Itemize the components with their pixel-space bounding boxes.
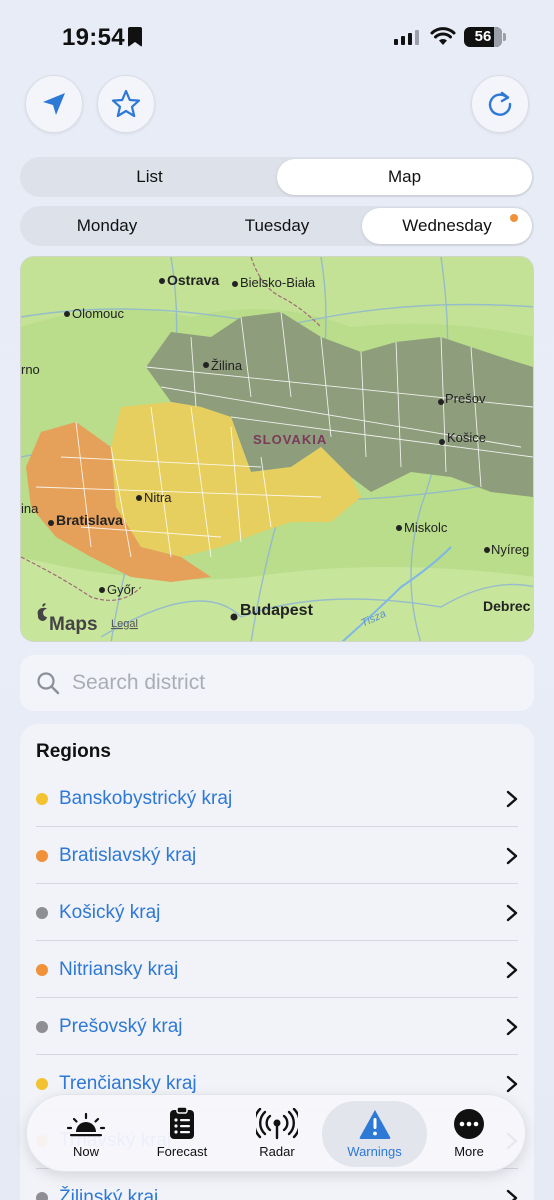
map-label-vienna: ina — [21, 501, 39, 516]
region-row[interactable]: Banskobystrický kraj — [36, 770, 518, 827]
map-label-debrecen: Debrec — [483, 598, 531, 614]
warning-indicator-dot — [510, 214, 518, 222]
favorite-button[interactable] — [97, 75, 155, 133]
view-option-map[interactable]: Map — [277, 159, 532, 195]
tab-radar[interactable]: Radar — [227, 1101, 327, 1167]
tab-more-label: More — [454, 1144, 484, 1159]
maps-attribution: Maps — [49, 614, 98, 635]
map-label-miskolc: Miskolc — [404, 520, 448, 535]
radar-waves-icon — [256, 1108, 298, 1140]
region-name: Žilinský kraj — [59, 1186, 159, 1200]
warning-level-dot — [36, 1191, 48, 1200]
search-icon — [37, 672, 60, 695]
warning-level-dot — [36, 792, 48, 805]
cellular-signal-icon — [394, 30, 419, 45]
regions-title: Regions — [36, 741, 111, 762]
wifi-icon — [430, 27, 456, 52]
tab-warnings-label: Warnings — [347, 1144, 402, 1159]
battery-level: 56 — [474, 28, 492, 45]
more-dots-icon — [454, 1109, 484, 1139]
tab-forecast-label: Forecast — [156, 1144, 208, 1159]
clipboard-list-icon — [170, 1106, 194, 1139]
map-label-bielsko-biala: Bielsko-Biała — [240, 275, 316, 290]
map-label-olomouc: Olomouc — [72, 306, 125, 321]
warning-level-dot — [36, 906, 48, 919]
region-name: Košický kraj — [59, 901, 161, 923]
locate-button[interactable] — [25, 75, 83, 133]
tab-radar-label: Radar — [259, 1144, 295, 1159]
tab-now[interactable]: Now — [36, 1101, 136, 1167]
region-row[interactable]: Bratislavský kraj — [36, 827, 518, 884]
map-label-brno: rno — [21, 362, 40, 377]
chevron-right-icon — [506, 961, 518, 978]
region-row[interactable]: Nitriansky kraj — [36, 941, 518, 998]
map-label-country: SLOVAKIA — [253, 432, 327, 447]
warning-level-dot — [36, 1077, 48, 1090]
region-row[interactable]: Prešovský kraj — [36, 998, 518, 1055]
map-label-ostrava: Ostrava — [167, 272, 219, 288]
refresh-button[interactable] — [471, 75, 529, 133]
view-segmented-control: List Map — [20, 157, 534, 197]
map-legal-link[interactable]: Legal — [111, 618, 138, 630]
map-label-kosice: Košice — [447, 430, 486, 445]
map-label-nyiregyhaza: Nyíreg — [491, 542, 529, 557]
day-option-monday[interactable]: Monday — [22, 208, 192, 244]
refresh-icon — [488, 91, 512, 116]
tab-more[interactable]: More — [419, 1101, 519, 1167]
status-bar: 19:54 56 — [0, 0, 554, 70]
sunrise-icon — [66, 1112, 106, 1137]
chevron-right-icon — [506, 1075, 518, 1092]
map-label-bratislava: Bratislava — [56, 512, 123, 528]
location-arrow-icon — [43, 93, 65, 115]
status-time: 19:54 — [62, 24, 125, 51]
tab-forecast[interactable]: Forecast — [132, 1101, 232, 1167]
tab-bar: Now Forecast Radar Warnings More — [26, 1094, 526, 1172]
day-segmented-control: Monday Tuesday Wednesday — [20, 206, 534, 246]
day-option-tuesday[interactable]: Tuesday — [192, 208, 362, 244]
day-option-wednesday[interactable]: Wednesday — [362, 208, 532, 244]
warning-level-dot — [36, 1020, 48, 1033]
warning-level-dot — [36, 849, 48, 862]
chevron-right-icon — [506, 1189, 518, 1200]
chevron-right-icon — [506, 1018, 518, 1035]
view-option-list[interactable]: List — [22, 159, 277, 195]
chevron-right-icon — [506, 904, 518, 921]
chevron-right-icon — [506, 790, 518, 807]
map-label-budapest: Budapest — [240, 602, 314, 619]
warning-triangle-icon — [359, 1110, 390, 1139]
region-row[interactable]: Košický kraj — [36, 884, 518, 941]
map-label-nitra: Nitra — [144, 490, 172, 505]
region-name: Nitriansky kraj — [59, 958, 179, 980]
map-label-zilina: Žilina — [211, 358, 243, 373]
search-district-input[interactable] — [72, 671, 492, 695]
map-label-gyor: Győr — [107, 582, 136, 597]
warning-level-dot — [36, 963, 48, 976]
region-name: Prešovský kraj — [59, 1015, 183, 1037]
star-icon — [111, 89, 141, 118]
region-name: Trenčiansky kraj — [59, 1072, 197, 1094]
region-name: Bratislavský kraj — [59, 844, 197, 866]
search-bar — [20, 655, 534, 711]
battery-indicator: 56 — [464, 27, 506, 47]
day-option-wednesday-label: Wednesday — [402, 216, 492, 235]
tab-now-label: Now — [72, 1144, 99, 1159]
warnings-map[interactable]: Ostrava Bielsko-Biała Olomouc rno Žilina… — [20, 256, 534, 642]
region-row[interactable]: Žilinský kraj — [36, 1169, 518, 1200]
map-label-presov: Prešov — [445, 391, 486, 406]
tab-warnings[interactable]: Warnings — [322, 1101, 427, 1167]
region-name: Banskobystrický kraj — [59, 787, 233, 809]
bookmark-icon — [128, 27, 142, 47]
chevron-right-icon — [506, 847, 518, 864]
